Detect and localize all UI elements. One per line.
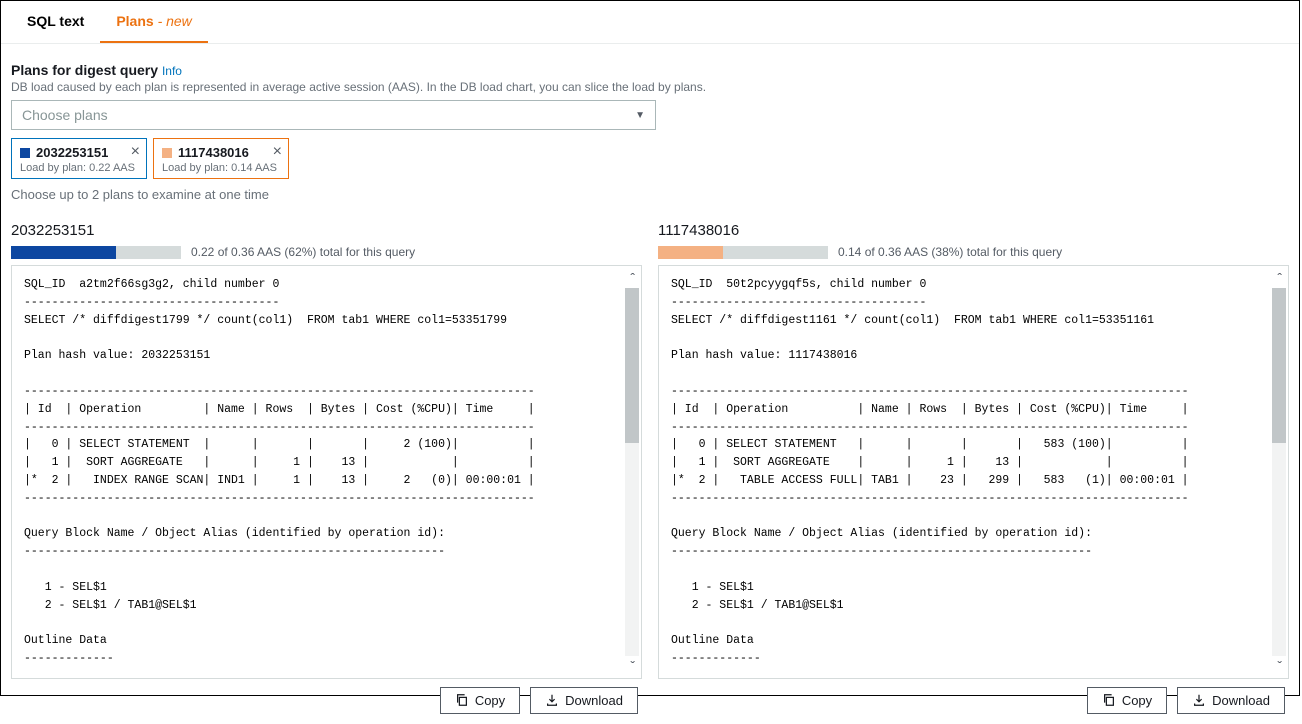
plan-panel-left: 2032253151 0.22 of 0.36 AAS (62%) total …	[11, 222, 642, 714]
plan-text-box: ˆ SQL_ID a2tm2f66sg3g2, child number 0 -…	[11, 265, 642, 679]
copy-icon	[455, 693, 469, 707]
panel-title: 1117438016	[658, 222, 1289, 239]
download-button[interactable]: Download	[530, 687, 638, 714]
chip-id: 2032253151	[36, 145, 108, 160]
copy-icon	[1102, 693, 1116, 707]
close-icon[interactable]: ×	[131, 145, 140, 159]
panel-title: 2032253151	[11, 222, 642, 239]
plan-chip-2032253151[interactable]: 2032253151 × Load by plan: 0.22 AAS	[11, 138, 147, 179]
scroll-down-icon[interactable]: ˇ	[1277, 658, 1282, 674]
copy-label: Copy	[475, 693, 505, 708]
chip-load: Load by plan: 0.22 AAS	[20, 162, 138, 174]
plan-text[interactable]: SQL_ID 50t2pcyygqf5s, child number 0 ---…	[659, 266, 1288, 678]
tab-plans-sub: - new	[158, 13, 192, 29]
plan-text-box: ˆ SQL_ID 50t2pcyygqf5s, child number 0 -…	[658, 265, 1289, 679]
download-label: Download	[565, 693, 623, 708]
info-link[interactable]: Info	[162, 64, 182, 78]
load-bar-text: 0.22 of 0.36 AAS (62%) total for this qu…	[191, 245, 415, 259]
plan-swatch-orange	[162, 148, 172, 158]
tab-sql-text[interactable]: SQL text	[11, 1, 100, 43]
download-button[interactable]: Download	[1177, 687, 1285, 714]
scroll-up-icon[interactable]: ˆ	[630, 270, 635, 286]
chips-hint: Choose up to 2 plans to examine at one t…	[11, 187, 1289, 202]
section-title: Plans for digest query	[11, 62, 158, 78]
chip-id: 1117438016	[178, 145, 249, 160]
scroll-up-icon[interactable]: ˆ	[1277, 270, 1282, 286]
scroll-down-icon[interactable]: ˇ	[630, 658, 635, 674]
tab-plans[interactable]: Plans - new	[100, 1, 207, 43]
load-bar-text: 0.14 of 0.36 AAS (38%) total for this qu…	[838, 245, 1062, 259]
tab-plans-label: Plans	[116, 13, 153, 29]
scrollbar-thumb[interactable]	[625, 288, 639, 443]
select-placeholder: Choose plans	[22, 107, 108, 123]
choose-plans-select[interactable]: Choose plans ▼	[11, 100, 656, 130]
download-icon	[545, 693, 559, 707]
copy-button[interactable]: Copy	[440, 687, 520, 714]
plan-chip-1117438016[interactable]: 1117438016 × Load by plan: 0.14 AAS	[153, 138, 289, 179]
download-label: Download	[1212, 693, 1270, 708]
section-desc: DB load caused by each plan is represent…	[11, 80, 1289, 94]
plan-swatch-blue	[20, 148, 30, 158]
plan-text[interactable]: SQL_ID a2tm2f66sg3g2, child number 0 ---…	[12, 266, 641, 678]
copy-button[interactable]: Copy	[1087, 687, 1167, 714]
close-icon[interactable]: ×	[273, 145, 282, 159]
chevron-down-icon: ▼	[635, 110, 645, 121]
load-bar	[658, 246, 828, 259]
tabs: SQL text Plans - new	[1, 1, 1299, 44]
plan-chips: 2032253151 × Load by plan: 0.22 AAS 1117…	[11, 138, 1289, 179]
chip-load: Load by plan: 0.14 AAS	[162, 162, 280, 174]
copy-label: Copy	[1122, 693, 1152, 708]
plan-panel-right: 1117438016 0.14 of 0.36 AAS (38%) total …	[658, 222, 1289, 714]
load-bar	[11, 246, 181, 259]
download-icon	[1192, 693, 1206, 707]
scrollbar-thumb[interactable]	[1272, 288, 1286, 443]
